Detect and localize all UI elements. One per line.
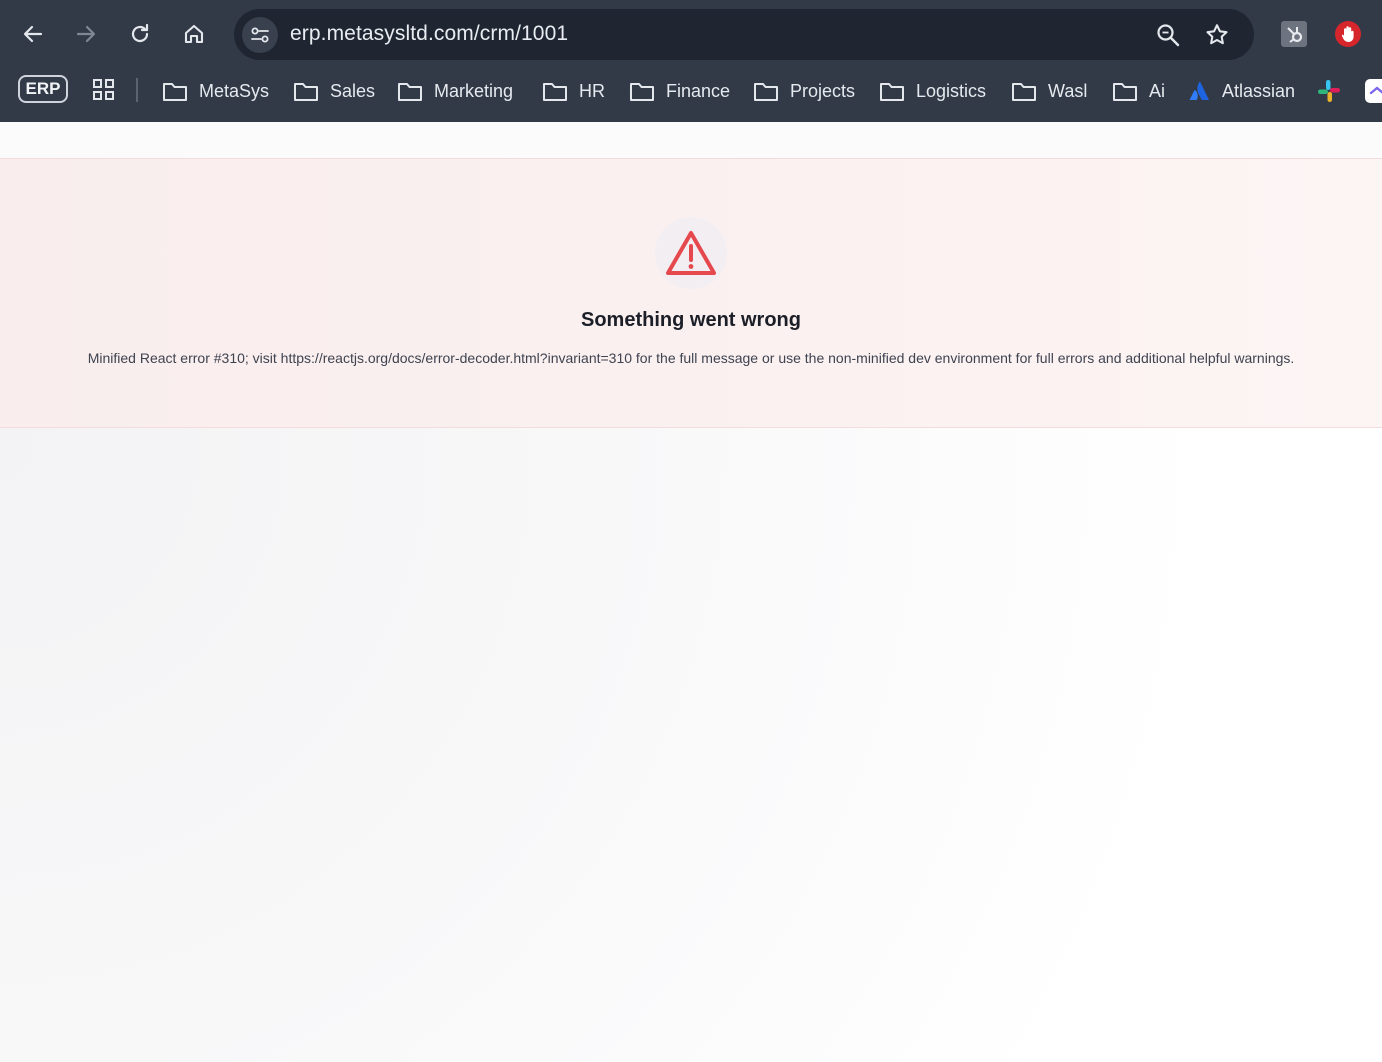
extension-blocker[interactable] xyxy=(1333,19,1363,49)
page-header-strip xyxy=(0,122,1382,158)
bookmark-label: Wasl xyxy=(1048,80,1088,101)
bookmark-clickup[interactable] xyxy=(1364,76,1382,106)
address-bar[interactable]: erp.metasysltd.com/crm/1001 xyxy=(234,9,1254,60)
bookmark-folder-ai[interactable]: Ai xyxy=(1112,76,1165,106)
bookmark-folder-marketing[interactable]: Marketing xyxy=(397,76,513,106)
atlassian-icon xyxy=(1189,81,1209,100)
browser-toolbar: erp.metasysltd.com/crm/1001 xyxy=(0,0,1382,68)
folder-icon xyxy=(880,83,904,101)
url-text[interactable]: erp.metasysltd.com/crm/1001 xyxy=(290,22,568,46)
home-icon xyxy=(184,24,204,44)
bookmark-label: HR xyxy=(579,80,605,101)
bookmark-folder-sales[interactable]: Sales xyxy=(293,76,375,106)
bookmark-label: MetaSys xyxy=(199,80,270,101)
bookmark-slack[interactable] xyxy=(1316,76,1342,106)
bookmark-star-button[interactable] xyxy=(1203,21,1231,49)
zoom-button[interactable] xyxy=(1154,21,1182,49)
back-button[interactable] xyxy=(14,15,52,53)
bookmark-folder-metasys[interactable]: MetaSys xyxy=(162,76,269,106)
bookmark-label: Atlassian xyxy=(1222,80,1296,101)
home-button[interactable] xyxy=(175,15,213,53)
page-content: Something went wrong Minified React erro… xyxy=(0,122,1382,1062)
arrow-right-icon xyxy=(76,25,96,43)
folder-icon xyxy=(1113,83,1137,101)
folder-icon xyxy=(543,83,567,101)
bookmark-folder-finance[interactable]: Finance xyxy=(629,76,730,106)
bookmark-folder-wasl[interactable]: Wasl xyxy=(1011,76,1087,106)
browser-chrome: erp.metasysltd.com/crm/1001 ERP MetaSys … xyxy=(0,0,1382,122)
folder-icon xyxy=(754,83,778,101)
bookmark-folder-logistics[interactable]: Logistics xyxy=(879,76,986,106)
site-settings-button[interactable] xyxy=(242,17,278,53)
tune-icon xyxy=(251,27,269,43)
bookmark-label: Projects xyxy=(790,80,856,101)
bookmark-folder-hr[interactable]: HR xyxy=(542,76,605,106)
hand-stop-icon xyxy=(1335,21,1361,47)
folder-icon xyxy=(630,83,654,101)
error-panel: Something went wrong Minified React erro… xyxy=(0,158,1382,428)
arrow-left-icon xyxy=(23,25,43,43)
search-zoom-icon xyxy=(1157,24,1180,47)
clickup-icon xyxy=(1365,79,1382,103)
bookmark-label: Ai xyxy=(1149,80,1166,101)
bookmark-atlassian[interactable]: Atlassian xyxy=(1188,76,1295,106)
reload-icon xyxy=(131,23,149,43)
forward-button[interactable] xyxy=(67,15,105,53)
folder-icon xyxy=(163,83,187,101)
folder-icon xyxy=(294,83,318,101)
error-message: Minified React error #310; visit https:/… xyxy=(87,350,1295,366)
star-icon xyxy=(1206,24,1228,45)
slack-icon xyxy=(1318,80,1340,102)
bookmark-label: Marketing xyxy=(434,80,514,101)
extension-hubspot[interactable] xyxy=(1279,19,1309,49)
warning-triangle-icon xyxy=(666,231,716,275)
bookmark-folder-projects[interactable]: Projects xyxy=(753,76,855,106)
bookmark-label: Logistics xyxy=(916,80,987,101)
hubspot-icon xyxy=(1281,21,1307,47)
folder-icon xyxy=(1012,83,1036,101)
error-title: Something went wrong xyxy=(581,309,801,331)
bookmark-label: Sales xyxy=(330,80,376,101)
alert-badge xyxy=(655,217,727,289)
reload-button[interactable] xyxy=(121,15,159,53)
bookmarks-bar: MetaSys Sales Marketing HR Finance Proje… xyxy=(0,68,1382,122)
bookmark-label: Finance xyxy=(666,80,731,101)
folder-icon xyxy=(398,83,422,101)
